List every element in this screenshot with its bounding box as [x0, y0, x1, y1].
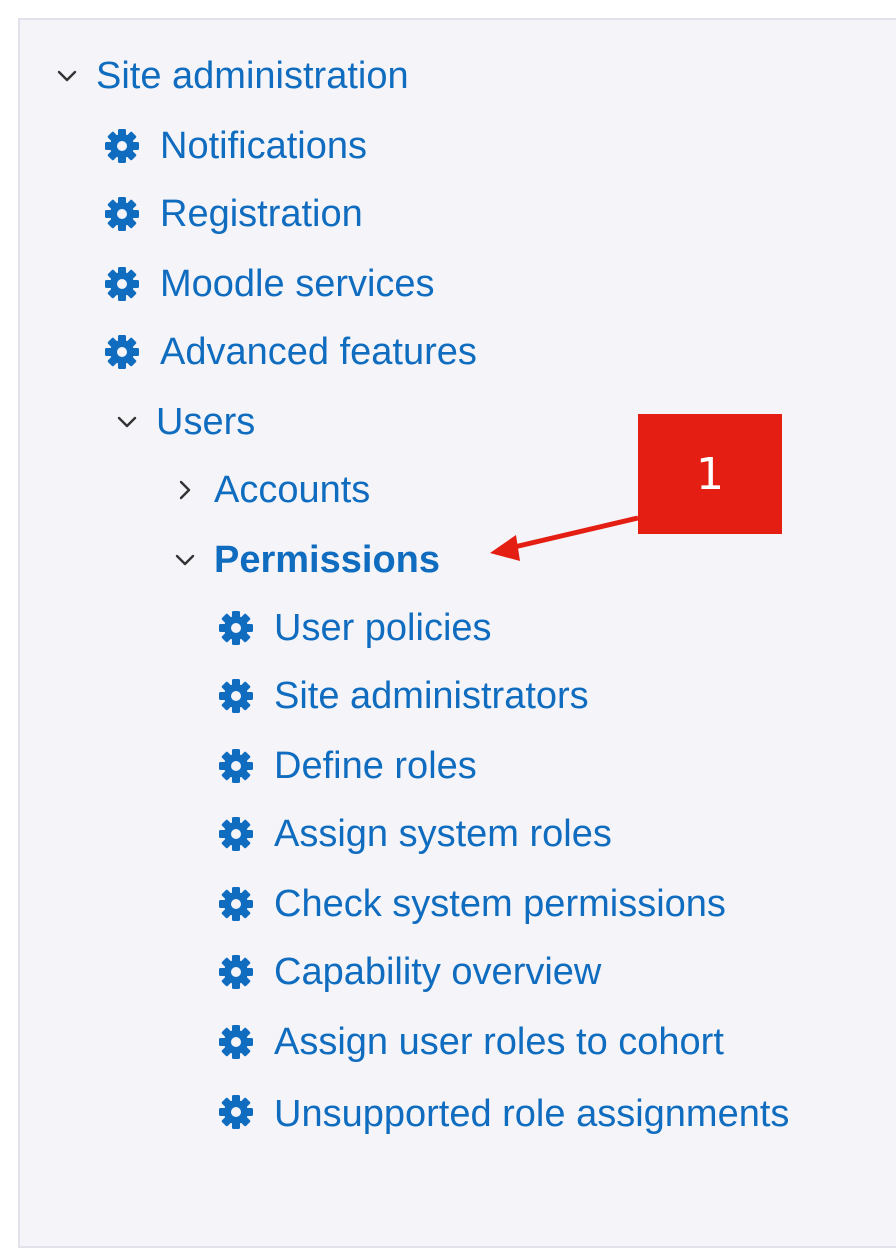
- chevron-down-icon: [52, 61, 82, 91]
- nav-item-assign-user-roles-to-cohort[interactable]: Assign user roles to cohort: [216, 1014, 724, 1070]
- nav-item-unsupported-role-assignments[interactable]: Unsupported role assignments: [214, 1084, 834, 1144]
- tree-node-site-administration[interactable]: Site administration: [52, 48, 409, 104]
- gear-icon: [216, 676, 256, 716]
- nav-item-label: Assign system roles: [274, 813, 612, 855]
- nav-item-assign-system-roles[interactable]: Assign system roles: [216, 806, 612, 862]
- nav-item-label: Notifications: [160, 125, 367, 167]
- nav-item-label: Capability overview: [274, 951, 602, 993]
- tree-node-label: Accounts: [214, 469, 371, 511]
- tree-node-label: Permissions: [214, 539, 440, 581]
- nav-item-moodle-services[interactable]: Moodle services: [102, 256, 435, 312]
- nav-item-label: User policies: [274, 607, 492, 649]
- nav-item-notifications[interactable]: Notifications: [102, 118, 367, 174]
- gear-icon: [216, 1022, 256, 1062]
- gear-icon: [216, 952, 256, 992]
- tree-node-accounts[interactable]: Accounts: [170, 462, 370, 518]
- nav-item-label: Site administrators: [274, 675, 589, 717]
- chevron-down-icon: [112, 407, 142, 437]
- nav-item-check-system-permissions[interactable]: Check system permissions: [216, 876, 726, 932]
- tree-node-users[interactable]: Users: [112, 394, 255, 450]
- gear-icon: [102, 264, 142, 304]
- gear-icon: [216, 1092, 256, 1132]
- nav-item-label: Advanced features: [160, 331, 477, 373]
- gear-icon: [216, 884, 256, 924]
- nav-item-label: Define roles: [274, 745, 477, 787]
- chevron-down-icon: [170, 545, 200, 575]
- nav-item-label: Check system permissions: [274, 883, 726, 925]
- annotation-callout-1: 1: [638, 414, 782, 534]
- gear-icon: [216, 608, 256, 648]
- nav-item-registration[interactable]: Registration: [102, 186, 363, 242]
- nav-item-site-administrators[interactable]: Site administrators: [216, 668, 589, 724]
- gear-icon: [102, 332, 142, 372]
- annotation-number: 1: [696, 448, 724, 500]
- gear-icon: [216, 746, 256, 786]
- gear-icon: [102, 194, 142, 234]
- nav-item-label: Unsupported role assignments: [274, 1093, 790, 1135]
- nav-item-user-policies[interactable]: User policies: [216, 600, 492, 656]
- tree-node-label: Site administration: [96, 55, 409, 97]
- tree-node-label: Users: [156, 401, 256, 443]
- nav-item-advanced-features[interactable]: Advanced features: [102, 324, 477, 380]
- nav-item-label: Moodle services: [160, 263, 435, 305]
- nav-item-capability-overview[interactable]: Capability overview: [216, 944, 601, 1000]
- gear-icon: [216, 814, 256, 854]
- tree-node-permissions[interactable]: Permissions: [170, 532, 440, 588]
- nav-item-label: Assign user roles to cohort: [274, 1021, 724, 1063]
- nav-item-define-roles[interactable]: Define roles: [216, 738, 477, 794]
- gear-icon: [102, 126, 142, 166]
- nav-item-label: Registration: [160, 193, 363, 235]
- chevron-right-icon: [170, 475, 200, 505]
